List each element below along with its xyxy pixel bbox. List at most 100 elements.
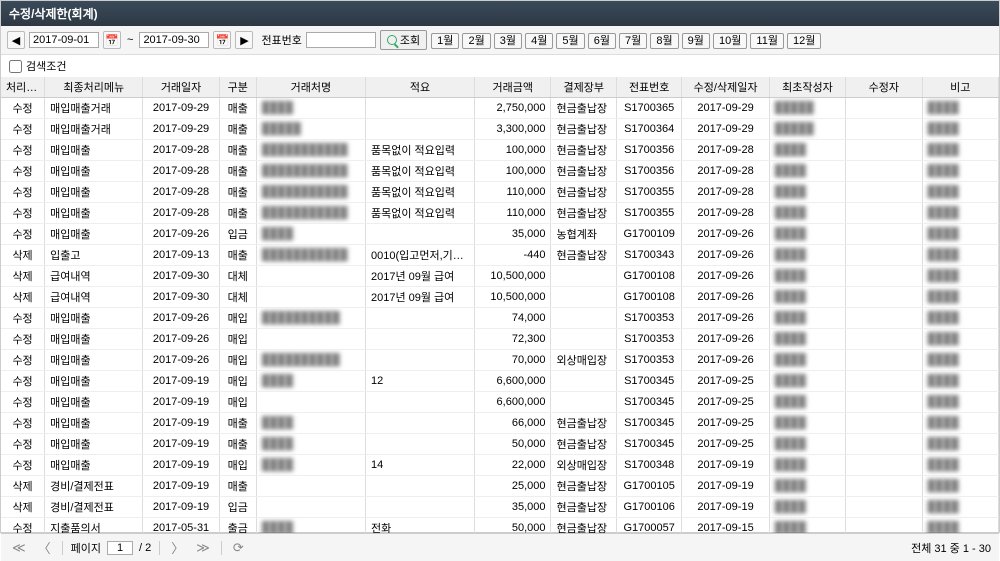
cell-mdate: 2017-09-28 bbox=[682, 182, 769, 203]
table-row[interactable]: 수정매입매출2017-09-19매입████1422,000외상매입장S1700… bbox=[1, 455, 999, 476]
cell-status: 수정 bbox=[1, 308, 45, 329]
month-button[interactable]: 3월 bbox=[494, 33, 522, 49]
table-row[interactable]: 수정매입매출2017-09-19매출████66,000현금출납장S170034… bbox=[1, 413, 999, 434]
table-row[interactable]: 수정매입매출거래2017-09-29매출████2,750,000현금출납장S1… bbox=[1, 98, 999, 119]
column-header[interactable]: 구분 bbox=[219, 77, 256, 98]
cell-book: 현금출납장 bbox=[551, 119, 616, 140]
month-button[interactable]: 1월 bbox=[431, 33, 459, 49]
pager-first-icon[interactable]: ≪ bbox=[9, 540, 29, 556]
month-button[interactable]: 2월 bbox=[462, 33, 490, 49]
cell-amount: 100,000 bbox=[475, 140, 551, 161]
table-row[interactable]: 수정지출품의서2017-05-31출금████전화50,000현금출납장G170… bbox=[1, 518, 999, 534]
table-row[interactable]: 수정매입매출거래2017-09-29매출█████3,300,000현금출납장S… bbox=[1, 119, 999, 140]
calendar-right-icon[interactable]: ▶ bbox=[235, 31, 253, 49]
cell-editor bbox=[846, 98, 922, 119]
pager-page-input[interactable] bbox=[107, 541, 133, 555]
cell-status: 수정 bbox=[1, 140, 45, 161]
table-row[interactable]: 수정매입매출2017-09-28매출███████████품목없이 적요입력11… bbox=[1, 203, 999, 224]
month-button[interactable]: 12월 bbox=[787, 33, 821, 49]
date-to-input[interactable] bbox=[139, 32, 209, 48]
table-row[interactable]: 수정매입매출2017-09-28매출███████████품목없이 적요입력11… bbox=[1, 182, 999, 203]
column-header[interactable]: 거래금액 bbox=[475, 77, 551, 98]
table-row[interactable]: 삭제경비/결제전표2017-09-19매출25,000현금출납장G1700105… bbox=[1, 476, 999, 497]
pager-last-icon[interactable]: ≫ bbox=[193, 540, 213, 556]
cell-date: 2017-09-13 bbox=[143, 245, 219, 266]
cell-author: ████ bbox=[769, 203, 845, 224]
cell-amount: 3,300,000 bbox=[475, 119, 551, 140]
column-header[interactable]: 수정자 bbox=[846, 77, 922, 98]
pager-next-icon[interactable]: 〉 bbox=[168, 538, 187, 557]
column-header[interactable]: 최종처리메뉴 bbox=[45, 77, 143, 98]
cell-mdate: 2017-09-26 bbox=[682, 266, 769, 287]
cell-author: ████ bbox=[769, 350, 845, 371]
cell-mdate: 2017-09-19 bbox=[682, 476, 769, 497]
column-header[interactable]: 전표번호 bbox=[616, 77, 681, 98]
column-header[interactable]: 거래처명 bbox=[256, 77, 365, 98]
cell-type: 매입 bbox=[219, 329, 256, 350]
month-button[interactable]: 5월 bbox=[556, 33, 584, 49]
month-button[interactable]: 8월 bbox=[650, 33, 678, 49]
table-row[interactable]: 삭제경비/결제전표2017-09-19입금35,000현금출납장G1700106… bbox=[1, 497, 999, 518]
column-header[interactable]: 거래일자 bbox=[143, 77, 219, 98]
month-button[interactable]: 9월 bbox=[682, 33, 710, 49]
pager-summary: 전체 31 중 1 - 30 bbox=[911, 540, 991, 556]
search-button[interactable]: 조회 bbox=[380, 30, 427, 50]
filter-checkbox[interactable] bbox=[9, 60, 22, 73]
cell-editor bbox=[846, 224, 922, 245]
table-row[interactable]: 삭제입출고2017-09-13매출███████████0010(입고먼저,기초… bbox=[1, 245, 999, 266]
cell-partner bbox=[256, 476, 365, 497]
data-grid: 처리상태최종처리메뉴거래일자구분거래처명적요거래금액결제장부전표번호수정/삭제일… bbox=[1, 77, 999, 533]
column-header[interactable]: 처리상태 bbox=[1, 77, 45, 98]
cell-mdate: 2017-09-26 bbox=[682, 224, 769, 245]
cell-menu: 매입매출 bbox=[45, 161, 143, 182]
cell-amount: 72,300 bbox=[475, 329, 551, 350]
table-row[interactable]: 수정매입매출2017-09-19매입████126,600,000S170034… bbox=[1, 371, 999, 392]
cell-slip: S1700356 bbox=[616, 161, 681, 182]
month-button[interactable]: 11월 bbox=[750, 33, 784, 49]
table-row[interactable]: 수정매입매출2017-09-26매입██████████74,000S17003… bbox=[1, 308, 999, 329]
table-row[interactable]: 삭제급여내역2017-09-30대체2017년 09월 급여10,500,000… bbox=[1, 266, 999, 287]
cell-note: ████ bbox=[922, 245, 999, 266]
calendar-icon[interactable]: 📅 bbox=[103, 31, 121, 49]
column-header[interactable]: 비고 bbox=[922, 77, 999, 98]
pager-prev-icon[interactable]: 〈 bbox=[35, 538, 54, 557]
month-button[interactable]: 6월 bbox=[588, 33, 616, 49]
column-header[interactable]: 결제장부 bbox=[551, 77, 616, 98]
cell-partner bbox=[256, 287, 365, 308]
cell-note: ████ bbox=[922, 98, 999, 119]
cell-date: 2017-09-28 bbox=[143, 182, 219, 203]
cell-date: 2017-09-26 bbox=[143, 224, 219, 245]
cell-slip: G1700106 bbox=[616, 497, 681, 518]
table-row[interactable]: 수정매입매출2017-09-28매출███████████품목없이 적요입력10… bbox=[1, 140, 999, 161]
table-row[interactable]: 수정매입매출2017-09-28매출███████████품목없이 적요입력10… bbox=[1, 161, 999, 182]
cell-slip: G1700105 bbox=[616, 476, 681, 497]
cell-date: 2017-09-19 bbox=[143, 371, 219, 392]
month-button[interactable]: 10월 bbox=[713, 33, 747, 49]
slip-no-input[interactable] bbox=[306, 32, 376, 48]
table-row[interactable]: 수정매입매출2017-09-26매입72,300S17003532017-09-… bbox=[1, 329, 999, 350]
calendar-left-icon[interactable]: ◀ bbox=[7, 31, 25, 49]
pager-refresh-icon[interactable]: ⟳ bbox=[230, 540, 247, 556]
cell-menu: 경비/결제전표 bbox=[45, 497, 143, 518]
column-header[interactable]: 최초작성자 bbox=[769, 77, 845, 98]
table-row[interactable]: 수정매입매출2017-09-26입금████35,000농협계좌G1700109… bbox=[1, 224, 999, 245]
column-header[interactable]: 수정/삭제일자 bbox=[682, 77, 769, 98]
calendar-icon[interactable]: 📅 bbox=[213, 31, 231, 49]
table-row[interactable]: 삭제급여내역2017-09-30대체2017년 09월 급여10,500,000… bbox=[1, 287, 999, 308]
table-row[interactable]: 수정매입매출2017-09-19매출████50,000현금출납장S170034… bbox=[1, 434, 999, 455]
month-button[interactable]: 4월 bbox=[525, 33, 553, 49]
cell-amount: 74,000 bbox=[475, 308, 551, 329]
date-from-input[interactable] bbox=[29, 32, 99, 48]
cell-menu: 매입매출 bbox=[45, 182, 143, 203]
cell-partner: ███████████ bbox=[256, 203, 365, 224]
cell-slip: S1700348 bbox=[616, 455, 681, 476]
pager-page-label: 페이지 bbox=[71, 540, 101, 556]
cell-menu: 지출품의서 bbox=[45, 518, 143, 534]
table-row[interactable]: 수정매입매출2017-09-19매입6,600,000S17003452017-… bbox=[1, 392, 999, 413]
cell-mdate: 2017-09-26 bbox=[682, 245, 769, 266]
cell-author: ████ bbox=[769, 224, 845, 245]
column-header[interactable]: 적요 bbox=[365, 77, 474, 98]
table-row[interactable]: 수정매입매출2017-09-26매입██████████70,000외상매입장S… bbox=[1, 350, 999, 371]
month-button[interactable]: 7월 bbox=[619, 33, 647, 49]
cell-note: ████ bbox=[922, 140, 999, 161]
